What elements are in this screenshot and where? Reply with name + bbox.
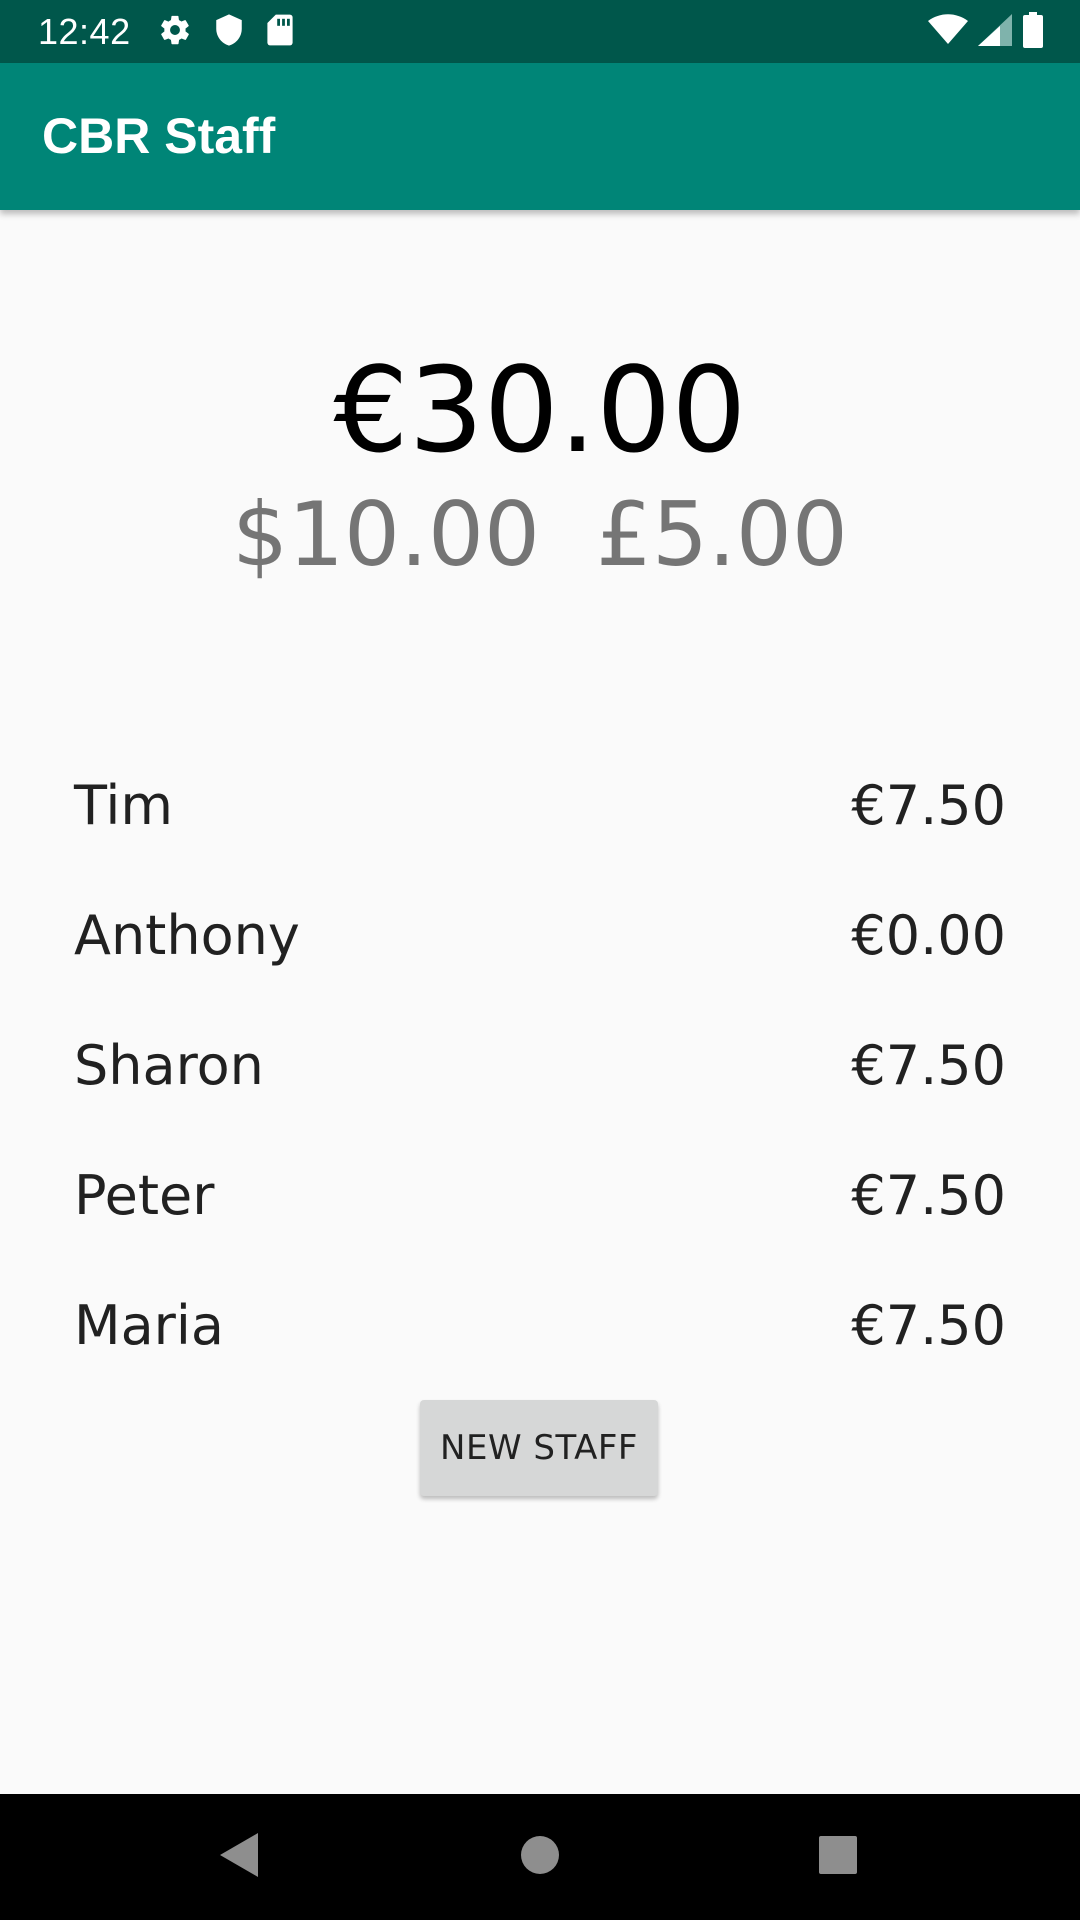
total-usd-amount: $10.00: [232, 483, 540, 586]
main-content: €30.00 $10.00 £5.00 Tim €7.50 Anthony €0…: [0, 210, 1080, 1794]
status-icons-right: [928, 12, 1044, 52]
settings-icon: [158, 13, 192, 51]
staff-name: Peter: [74, 1163, 215, 1227]
app-title: CBR Staff: [42, 108, 276, 164]
staff-amount: €7.50: [851, 1293, 1006, 1357]
staff-name: Sharon: [74, 1033, 264, 1097]
staff-row-maria[interactable]: Maria €7.50: [74, 1260, 1006, 1390]
status-bar: 12:42: [0, 0, 1080, 63]
home-icon: [520, 1835, 560, 1879]
staff-row-sharon[interactable]: Sharon €7.50: [74, 1000, 1006, 1130]
back-icon: [218, 1831, 262, 1883]
staff-name: Tim: [74, 773, 173, 837]
staff-list: Tim €7.50 Anthony €0.00 Sharon €7.50 Pet…: [74, 740, 1006, 1390]
home-button[interactable]: [480, 1794, 600, 1920]
cell-signal-icon: [978, 14, 1012, 50]
staff-amount: €7.50: [851, 1033, 1006, 1097]
total-gbp-amount: £5.00: [595, 483, 848, 586]
recents-button[interactable]: [778, 1794, 898, 1920]
staff-row-tim[interactable]: Tim €7.50: [74, 740, 1006, 870]
total-secondary-amounts: $10.00 £5.00: [0, 480, 1080, 590]
status-icons-left: [158, 12, 294, 52]
staff-amount: €7.50: [851, 773, 1006, 837]
battery-icon: [1022, 12, 1044, 52]
recents-icon: [818, 1835, 858, 1879]
navigation-bar: [0, 1794, 1080, 1920]
staff-name: Maria: [74, 1293, 224, 1357]
staff-amount: €7.50: [851, 1163, 1006, 1227]
shield-icon: [214, 13, 244, 51]
app-bar: CBR Staff: [0, 63, 1080, 210]
staff-row-anthony[interactable]: Anthony €0.00: [74, 870, 1006, 1000]
staff-amount: €0.00: [851, 903, 1006, 967]
sd-card-icon: [266, 13, 294, 51]
status-time: 12:42: [38, 11, 131, 52]
wifi-icon: [928, 14, 968, 50]
staff-name: Anthony: [74, 903, 300, 967]
new-staff-button[interactable]: NEW STAFF: [420, 1400, 658, 1496]
back-button[interactable]: [180, 1794, 300, 1920]
total-main-amount: €30.00: [333, 341, 747, 479]
staff-row-peter[interactable]: Peter €7.50: [74, 1130, 1006, 1260]
